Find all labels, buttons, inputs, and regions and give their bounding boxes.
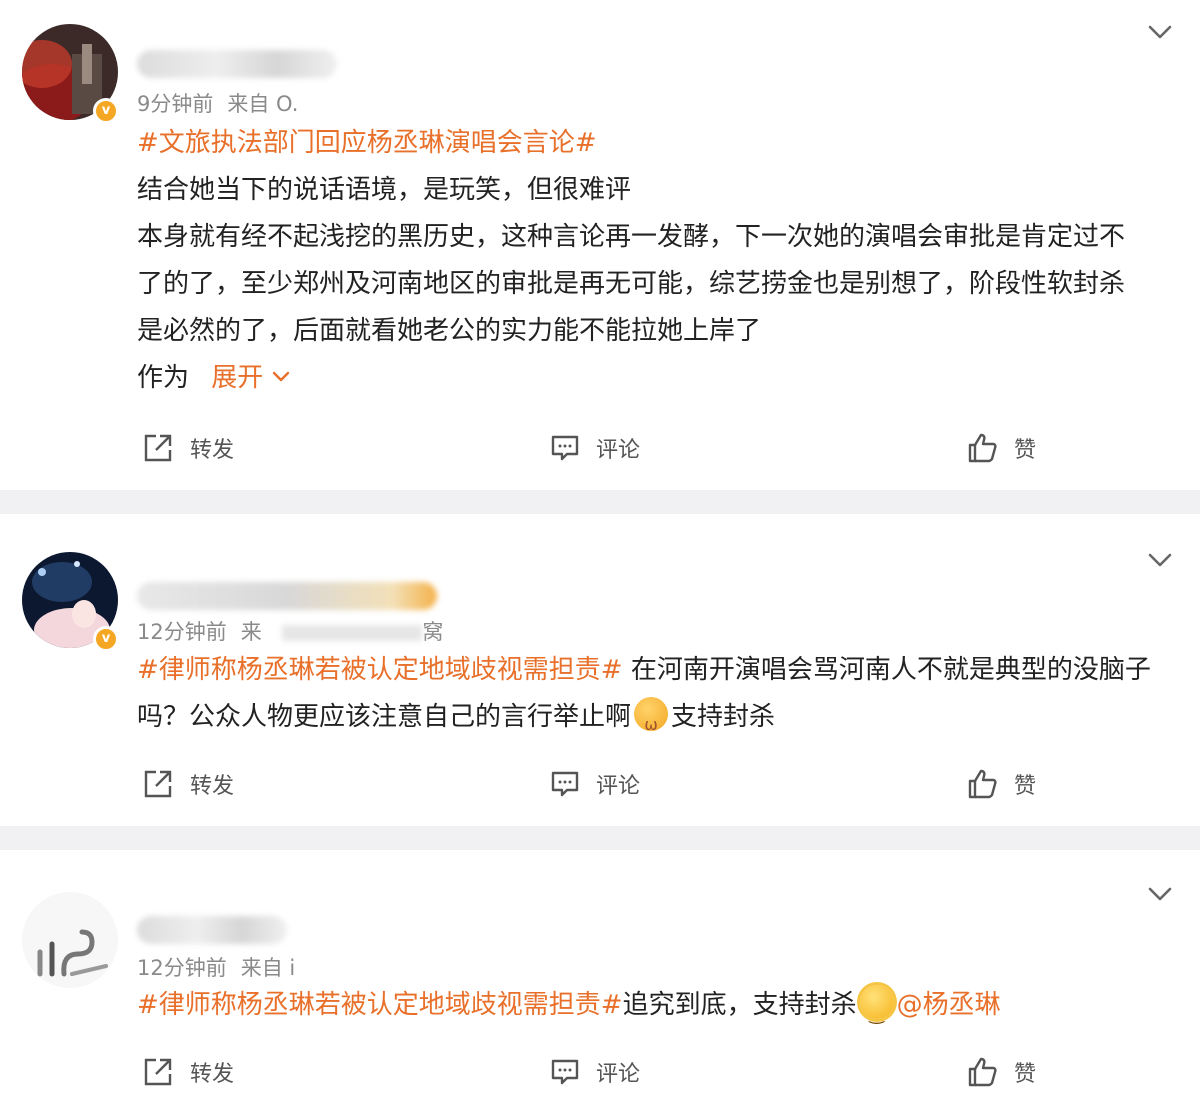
- post-meta: 12分钟前来 窝: [137, 616, 457, 646]
- post-meta: 9分钟前 来自 O.: [137, 88, 312, 118]
- post-source: 来自 i: [240, 956, 296, 980]
- post-source-tail: 窝: [422, 620, 444, 644]
- content-line: 是必然的了，后面就看她老公的实力能不能拉她上岸了: [137, 316, 762, 346]
- source-blurred: [282, 625, 423, 641]
- like-button[interactable]: 赞: [966, 1056, 1036, 1088]
- content-text: 在河南开演唱会骂河南人不就是典型的没脑子: [622, 655, 1151, 685]
- angry-emoji-icon: [634, 697, 669, 748]
- username-blurred: [137, 916, 287, 944]
- like-button[interactable]: 赞: [966, 768, 1036, 800]
- content-line: 本身就有经不起浅挖的黑历史，这种言论再一发酵，下一次她的演唱会审批是肯定过不: [137, 222, 1126, 252]
- repost-button[interactable]: 转发: [142, 768, 234, 800]
- comment-label: 评论: [596, 774, 641, 799]
- post-card: v 9分钟前 来自 O. #文旅执法部门回应杨丞琳演唱会言论# 结合她当下的说话语…: [0, 0, 1200, 490]
- comment-label: 评论: [596, 438, 641, 463]
- comment-icon: [551, 771, 579, 797]
- post-card: 12分钟前来自 i #律师称杨丞琳若被认定地域歧视需担责#追究到底，支持封杀 @杨…: [0, 850, 1200, 1096]
- share-icon: [144, 1058, 172, 1086]
- expand-link[interactable]: 展开: [211, 363, 289, 393]
- post-time: 9分钟前: [137, 92, 214, 116]
- post-source: 来自 O.: [227, 92, 299, 116]
- post-separator: [0, 490, 1200, 514]
- username-blurred: [137, 582, 437, 610]
- truncated-text: 作为: [137, 363, 190, 393]
- post-content: #文旅执法部门回应杨丞琳演唱会言论# 结合她当下的说话语境，是玩笑，但很难评 本…: [137, 120, 1167, 402]
- thumbs-up-icon: [968, 769, 997, 799]
- like-label: 赞: [1014, 1062, 1037, 1087]
- action-bar: 转发 评论 赞: [0, 1056, 1200, 1096]
- content-text: 追究到底，支持封杀: [622, 990, 857, 1020]
- topic-link[interactable]: #律师称杨丞琳若被认定地域歧视需担责#: [137, 990, 623, 1020]
- post-time: 12分钟前: [137, 956, 227, 980]
- content-text: 吗？公众人物更应该注意自己的言行举止啊: [137, 702, 632, 732]
- share-icon: [144, 434, 172, 462]
- comment-label: 评论: [596, 1062, 641, 1087]
- action-bar: 转发 评论 赞: [0, 432, 1200, 472]
- smile-emoji-icon: [859, 985, 894, 1038]
- weibo-comment-feed: v 9分钟前 来自 O. #文旅执法部门回应杨丞琳演唱会言论# 结合她当下的说话语…: [0, 0, 1200, 1096]
- like-button[interactable]: 赞: [966, 432, 1036, 464]
- post-separator: [0, 826, 1200, 850]
- chevron-down-icon: [272, 371, 289, 382]
- action-bar: 转发 评论 赞: [0, 768, 1200, 808]
- thumbs-up-icon: [968, 433, 997, 463]
- username-blurred: [137, 50, 337, 78]
- repost-label: 转发: [190, 1062, 235, 1087]
- share-icon: [144, 770, 172, 798]
- content-line: 吗？公众人物更应该注意自己的言行举止啊 支持封杀: [137, 694, 1167, 748]
- topic-link[interactable]: #律师称杨丞琳若被认定地域歧视需担责#: [137, 655, 623, 685]
- comment-button[interactable]: 评论: [550, 1056, 640, 1088]
- repost-button[interactable]: 转发: [142, 432, 234, 464]
- topic-link[interactable]: #文旅执法部门回应杨丞琳演唱会言论#: [137, 120, 1167, 167]
- repost-button[interactable]: 转发: [142, 1056, 234, 1088]
- chevron-down-icon[interactable]: [1146, 884, 1174, 904]
- mention-link[interactable]: @杨丞琳: [897, 990, 1001, 1020]
- content-line: 结合她当下的说话语境，是玩笑，但很难评: [137, 175, 632, 205]
- thumbs-up-icon: [968, 1057, 997, 1087]
- post-meta: 12分钟前 来自 i: [137, 952, 309, 982]
- content-text: 支持封杀: [671, 702, 776, 732]
- post-content: #律师称杨丞琳若被认定地域歧视需担责#追究到底，支持封杀 @杨丞琳: [137, 982, 1167, 1038]
- repost-label: 转发: [190, 774, 235, 799]
- post-content: #律师称杨丞琳若被认定地域歧视需担责# 在河南开演唱会骂河南人不就是典型的没脑子…: [137, 647, 1167, 748]
- verified-badge-icon: v: [93, 626, 119, 652]
- content-line: #律师称杨丞琳若被认定地域歧视需担责#追究到底，支持封杀 @杨丞琳: [137, 982, 1167, 1038]
- post-time: 12分钟前: [137, 620, 227, 644]
- like-label: 赞: [1014, 774, 1037, 799]
- comment-button[interactable]: 评论: [550, 768, 640, 800]
- repost-label: 转发: [190, 438, 235, 463]
- verified-badge-icon: v: [93, 98, 119, 124]
- content-line: 了的了，至少郑州及河南地区的审批是再无可能，综艺捞金也是别想了，阶段性软封杀: [137, 269, 1126, 299]
- content-line-truncated: 作为 展开: [137, 355, 1167, 402]
- comment-icon: [551, 1059, 579, 1085]
- expand-label: 展开: [211, 363, 264, 393]
- chevron-down-icon[interactable]: [1146, 550, 1174, 570]
- like-label: 赞: [1014, 438, 1037, 463]
- comment-button[interactable]: 评论: [550, 432, 640, 464]
- post-card: v 12分钟前来 窝 #律师称杨丞琳若被认定地域歧视需担责# 在河南开演唱会骂河…: [0, 514, 1200, 826]
- chevron-down-icon[interactable]: [1146, 22, 1174, 42]
- post-source: 来: [240, 620, 262, 644]
- avatar[interactable]: [22, 892, 118, 988]
- content-line: #律师称杨丞琳若被认定地域歧视需担责# 在河南开演唱会骂河南人不就是典型的没脑子: [137, 647, 1167, 694]
- comment-icon: [551, 435, 579, 461]
